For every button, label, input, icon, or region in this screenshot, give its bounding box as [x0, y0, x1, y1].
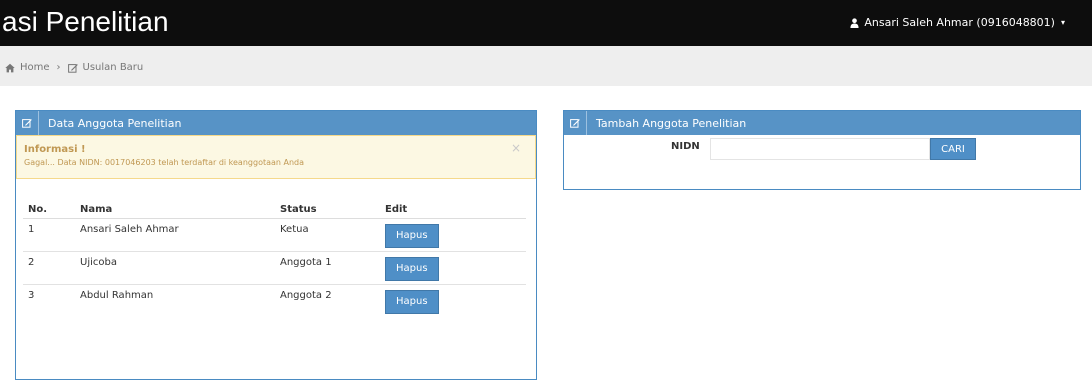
anggota-table: No. Nama Status Edit 1 Ansari Saleh Ahma…	[23, 201, 526, 317]
breadcrumb-separator: ›	[56, 62, 61, 73]
edit-icon	[564, 111, 587, 135]
data-anggota-panel: Data Anggota Penelitian Informasi ! Gaga…	[15, 110, 537, 380]
table-header-row: No. Nama Status Edit	[23, 201, 526, 219]
close-icon[interactable]: ×	[511, 141, 521, 155]
alert-title: Informasi !	[24, 144, 86, 155]
edit-icon	[67, 63, 78, 73]
table-row: 3 Abdul Rahman Anggota 2 Hapus	[23, 284, 526, 317]
hapus-button[interactable]: Hapus	[385, 257, 439, 281]
row-status: Ketua	[280, 224, 309, 235]
header-edit: Edit	[380, 201, 526, 219]
row-nama: Ansari Saleh Ahmar	[80, 224, 179, 235]
cari-button[interactable]: CARI	[930, 138, 976, 160]
row-no: 1	[28, 224, 35, 235]
tambah-anggota-panel: Tambah Anggota Penelitian NIDN CARI	[563, 110, 1081, 190]
panel-title: Data Anggota Penelitian	[48, 116, 182, 130]
nidn-input[interactable]	[710, 138, 930, 160]
alert-box: Informasi ! Gagal... Data NIDN: 00170462…	[16, 135, 536, 179]
breadcrumb-home[interactable]: Home	[20, 62, 50, 73]
header-status: Status	[275, 201, 380, 219]
row-nama: Ujicoba	[80, 257, 117, 268]
app-title: asi Penelitian	[2, 6, 169, 37]
alert-message: Gagal... Data NIDN: 0017046203 telah ter…	[24, 158, 305, 167]
hapus-button[interactable]: Hapus	[385, 290, 439, 314]
row-nama: Abdul Rahman	[80, 290, 154, 301]
table-row: 2 Ujicoba Anggota 1 Hapus	[23, 251, 526, 285]
hapus-button[interactable]: Hapus	[385, 224, 439, 248]
edit-icon	[16, 111, 39, 135]
home-icon	[5, 63, 15, 72]
user-icon	[850, 17, 859, 28]
table-row: 1 Ansari Saleh Ahmar Ketua Hapus	[23, 218, 526, 252]
panel-title: Tambah Anggota Penelitian	[596, 116, 747, 130]
user-name: Ansari Saleh Ahmar (0916048801)	[864, 16, 1055, 29]
row-no: 2	[28, 257, 35, 268]
row-status: Anggota 1	[280, 257, 332, 268]
row-no: 3	[28, 290, 35, 301]
header-nama: Nama	[75, 201, 275, 219]
top-navbar: asi Penelitian Ansari Saleh Ahmar (09160…	[0, 0, 1092, 46]
chevron-down-icon: ▾	[1060, 18, 1065, 27]
breadcrumb-current[interactable]: Usulan Baru	[83, 62, 144, 73]
nidn-label: NIDN	[671, 141, 700, 152]
panel-header: Tambah Anggota Penelitian	[564, 111, 1080, 135]
breadcrumb: Home › Usulan Baru	[0, 46, 1092, 86]
row-status: Anggota 2	[280, 290, 332, 301]
header-no: No.	[23, 201, 75, 219]
user-menu[interactable]: Ansari Saleh Ahmar (0916048801) ▾	[850, 16, 1065, 29]
panel-header: Data Anggota Penelitian	[16, 111, 536, 135]
